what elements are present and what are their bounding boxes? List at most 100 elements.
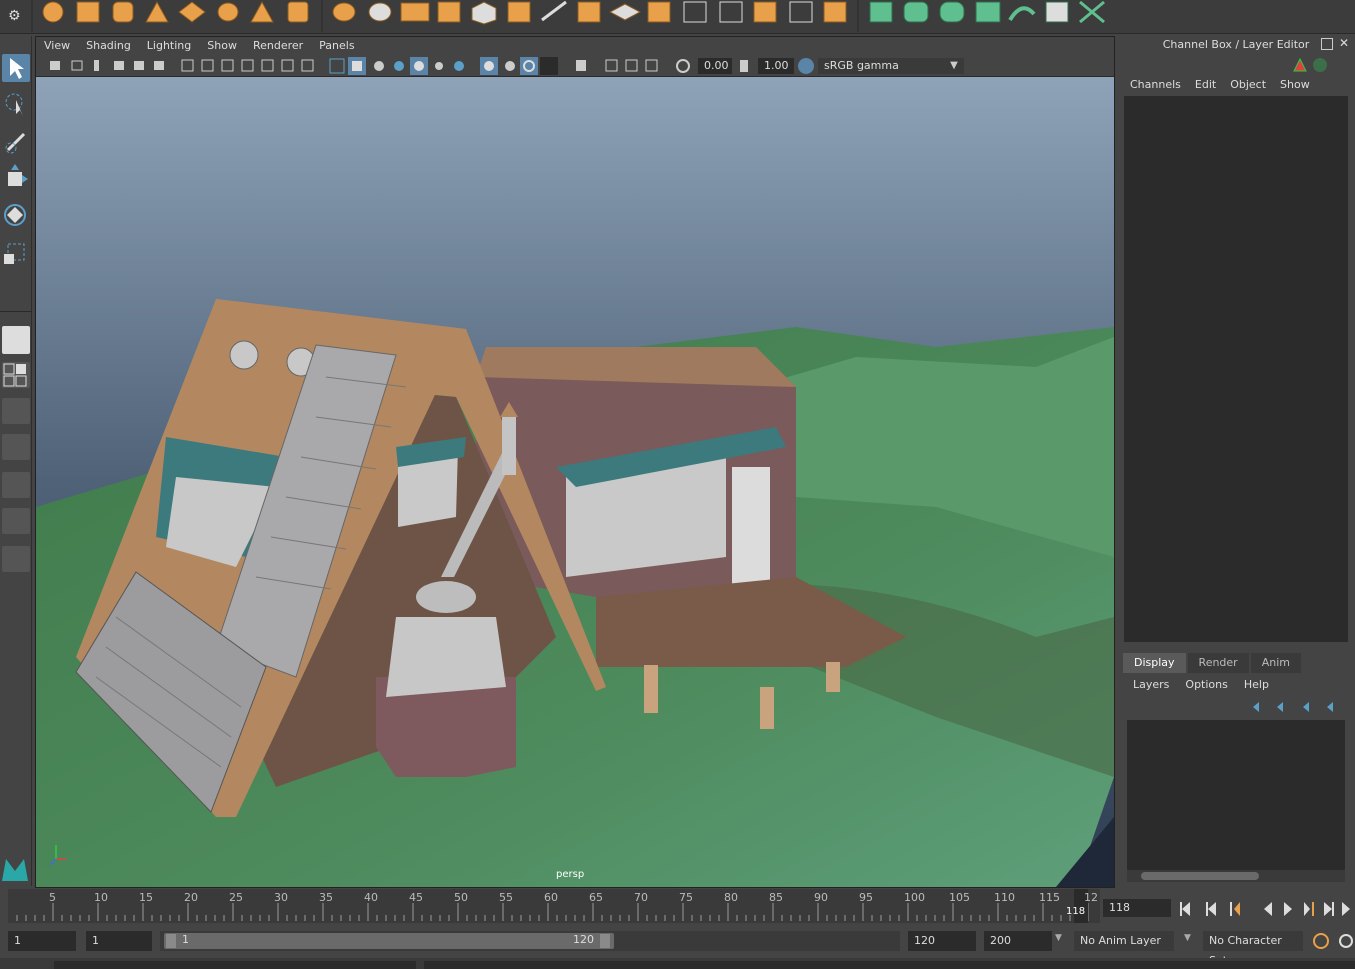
exposure-field[interactable]: 0.00	[698, 58, 732, 74]
scale-tool-icon[interactable]	[2, 238, 30, 266]
timeline-tick-label: 80	[724, 891, 738, 904]
menu-options[interactable]: Options	[1177, 678, 1235, 691]
menu-panels[interactable]: Panels	[311, 37, 362, 55]
menu-edit[interactable]: Edit	[1188, 78, 1223, 91]
layout-graph-icon[interactable]	[2, 472, 30, 498]
menu-view[interactable]: View	[36, 37, 78, 55]
layout-outliner-icon[interactable]	[2, 434, 30, 460]
range-slider-start: 1	[182, 933, 189, 946]
color-space-select[interactable]: sRGB gamma	[818, 58, 964, 74]
range-slider-end: 120	[573, 933, 594, 946]
channel-box-panel: Channel Box / Layer Editor ✕ Channels Ed…	[1117, 36, 1355, 888]
cube-icon	[76, 1, 100, 23]
layout-menu-icon[interactable]	[2, 546, 30, 572]
end-frame-field[interactable]: 200	[984, 931, 1052, 951]
viewport-panel: View Shading Lighting Show Renderer Pane…	[35, 36, 1115, 888]
lasso-tool-icon[interactable]	[2, 90, 30, 118]
rotate-tool-icon[interactable]	[2, 200, 30, 228]
go-to-end-icon	[1342, 902, 1350, 916]
timeline-tick-label: 70	[634, 891, 648, 904]
menu-object[interactable]: Object	[1223, 78, 1273, 91]
menu-help[interactable]: Help	[1236, 678, 1277, 691]
tab-render[interactable]: Render	[1187, 653, 1249, 673]
layer-editor-menubar: Layers Options Help	[1125, 678, 1277, 691]
character-set-select[interactable]: No Character Set	[1203, 931, 1303, 967]
prefs-icons	[1313, 933, 1353, 949]
sphere-icon	[42, 1, 64, 23]
toolbox	[0, 36, 32, 886]
shelf-bar: ⚙	[0, 0, 1355, 34]
camera-label: persp	[556, 869, 585, 880]
playback-end-field[interactable]: 120	[908, 931, 976, 951]
menu-renderer[interactable]: Renderer	[245, 37, 311, 55]
tab-display[interactable]: Display	[1123, 653, 1186, 673]
new-layer-icon	[1303, 702, 1309, 712]
viewport-menubar: View Shading Lighting Show Renderer Pane…	[36, 37, 1114, 55]
time-slider[interactable]: 5 10 15 20 25 30 35 40 45 50 55 60 65 70 75 80 85 90 95 100…	[0, 889, 1355, 925]
play-backward-icon	[1264, 902, 1272, 916]
channel-box-title: Channel Box / Layer Editor	[1162, 38, 1310, 51]
float-icon[interactable]	[1321, 38, 1333, 50]
layout-single-icon[interactable]	[2, 326, 30, 354]
playhead-label: 118	[1066, 906, 1086, 917]
chevron-down-icon[interactable]: ▼	[1055, 933, 1062, 943]
anim-layer-select[interactable]: No Anim Layer	[1074, 931, 1174, 951]
menu-show[interactable]: Show	[199, 37, 245, 55]
menu-lighting[interactable]: Lighting	[139, 37, 199, 55]
current-frame-field[interactable]: 118	[1103, 899, 1171, 917]
timeline-tick-label: 12	[1084, 891, 1098, 904]
layer-scrollbar[interactable]	[1127, 870, 1345, 882]
viewport-toolbar: 0.00 1.00 sRGB gamma ▼	[36, 55, 1114, 77]
channel-box-body[interactable]	[1124, 96, 1348, 642]
timeline-tick-label: 95	[859, 891, 873, 904]
menu-show-cb[interactable]: Show	[1273, 78, 1317, 91]
timeline-tick-label: 30	[274, 891, 288, 904]
cone-icon	[145, 0, 169, 23]
prism-icon	[250, 0, 274, 23]
menu-channels[interactable]: Channels	[1123, 78, 1188, 91]
gamma-field[interactable]: 1.00	[758, 58, 794, 74]
menu-shading[interactable]: Shading	[78, 37, 139, 55]
step-forward-icon	[1324, 902, 1332, 916]
plane-icon	[178, 1, 206, 23]
playback-start-field[interactable]: 1	[86, 931, 152, 951]
timeline-tick-label: 65	[589, 891, 603, 904]
command-line[interactable]	[0, 958, 1355, 969]
timeline-ruler[interactable]: 5 10 15 20 25 30 35 40 45 50 55 60 65 70 75 80 85 90 95 100…	[8, 889, 1100, 923]
menu-layers[interactable]: Layers	[1125, 678, 1177, 691]
timeline-tick-label: 90	[814, 891, 828, 904]
layout-side-icon[interactable]	[2, 398, 30, 424]
layout-four-icon[interactable]	[2, 362, 30, 388]
layout-hypershade-icon[interactable]	[2, 508, 30, 534]
start-frame-field[interactable]: 1	[8, 931, 76, 951]
timeline-tick-label: 55	[499, 891, 513, 904]
step-forward-key-icon	[1304, 902, 1310, 916]
timeline-tick-label: 50	[454, 891, 468, 904]
new-layer-selected-icon	[1327, 702, 1333, 712]
timeline-tick-label: 35	[319, 891, 333, 904]
torus-icon	[217, 2, 239, 22]
status-dot-icon[interactable]	[1313, 58, 1327, 72]
select-tool-icon[interactable]	[2, 54, 30, 82]
layer-list[interactable]	[1127, 720, 1345, 870]
timeline-tick-label: 20	[184, 891, 198, 904]
range-slider-bar: 1 1 1 120 120 200 ▼ No Anim Layer ▼ No C…	[0, 928, 1355, 967]
timeline-tick-label: 40	[364, 891, 378, 904]
pipe-icon	[287, 1, 309, 23]
play-forward-icon	[1284, 902, 1292, 916]
viewport-canvas[interactable]	[36, 77, 1114, 887]
timeline-tick-label: 25	[229, 891, 243, 904]
preferences-icon	[1339, 934, 1353, 948]
layer-buttons	[1253, 702, 1333, 712]
paint-select-icon[interactable]	[2, 128, 30, 156]
range-slider[interactable]: 1 120	[160, 931, 900, 951]
chevron-down-icon[interactable]: ▼	[944, 58, 964, 74]
layer-mode-icon[interactable]	[1293, 57, 1307, 72]
move-tool-icon[interactable]	[2, 164, 30, 192]
close-icon[interactable]: ✕	[1339, 36, 1353, 52]
timeline-tick-label: 115	[1039, 891, 1060, 904]
shelf-icons	[31, 0, 1105, 32]
chevron-down-icon[interactable]: ▼	[1184, 933, 1191, 943]
tab-anim[interactable]: Anim	[1250, 653, 1301, 673]
range-slider-handle[interactable]	[164, 933, 614, 949]
